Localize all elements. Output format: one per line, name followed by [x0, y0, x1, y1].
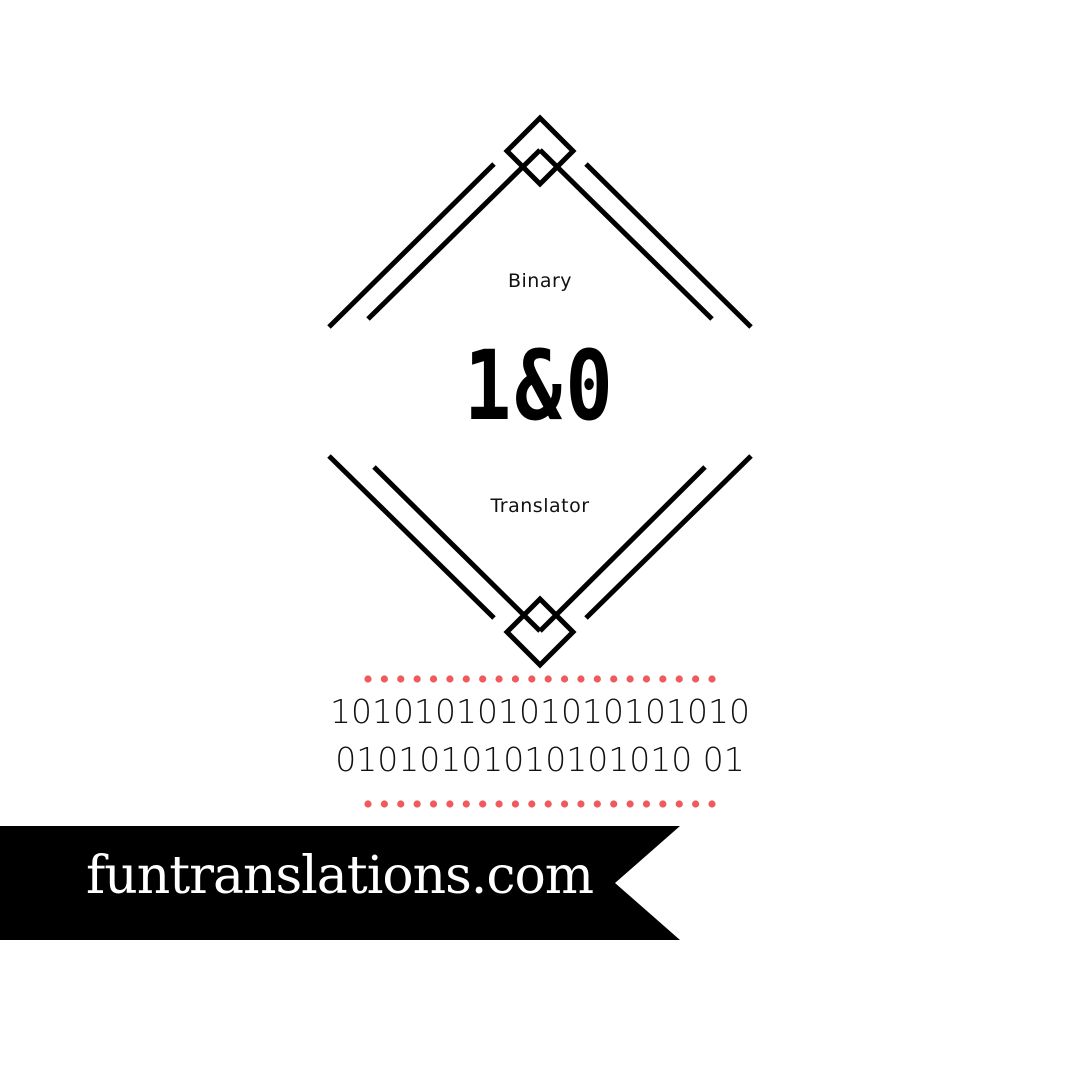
divider-dot [610, 800, 618, 808]
bottom-right-outer-line [584, 454, 753, 620]
divider-dot [708, 800, 716, 808]
divider-dot [560, 675, 569, 683]
divider-dot [495, 800, 503, 808]
divider-dot [692, 800, 700, 808]
divider-dot [397, 675, 405, 683]
emblem-top-label: Binary [507, 270, 573, 292]
divider-dot [708, 675, 716, 683]
bottom-right-inner-line [538, 465, 707, 633]
divider-dot [528, 800, 536, 808]
divider-dot [364, 800, 372, 808]
top-left-inner-line [366, 148, 542, 321]
divider-dot [642, 675, 651, 683]
divider-dot [511, 800, 520, 808]
divider-dot [380, 675, 388, 683]
bottom-left-inner-line [372, 465, 542, 633]
divider-dot [479, 800, 487, 808]
top-right-outer-line [584, 162, 753, 329]
divider-dot [511, 675, 520, 683]
divider-dot [544, 800, 552, 808]
binary-line-2: 01010101010101010 01 [335, 740, 745, 779]
website-link[interactable]: funtranslations.com [86, 846, 594, 906]
divider-dot [544, 675, 552, 683]
divider-dot [462, 800, 470, 808]
divider-dot [446, 675, 454, 683]
binary-line-1: 10101010101010101010 [330, 692, 750, 731]
divider-dot [397, 800, 405, 808]
divider-dot [446, 800, 454, 808]
divider-dot [560, 800, 569, 808]
divider-dot [429, 800, 438, 808]
divider-dot [413, 800, 421, 808]
divider-dot [462, 675, 470, 683]
divider-dot [642, 800, 651, 808]
divider-dot [659, 675, 667, 683]
bottom-left-outer-line [327, 454, 496, 620]
divider-dot [528, 675, 536, 683]
divider-dot [577, 800, 585, 808]
divider-dot [610, 675, 618, 683]
divider-dot [495, 675, 503, 683]
divider-dot [380, 800, 388, 808]
divider-dot [626, 800, 634, 808]
emblem-main-label: 1&0 [463, 330, 617, 442]
dotted-divider-bottom [364, 800, 716, 808]
divider-dot [626, 675, 634, 683]
top-right-inner-line [538, 148, 714, 321]
dotted-divider-top [364, 675, 716, 683]
divider-dot [364, 675, 372, 683]
divider-dot [429, 675, 438, 683]
divider-dot [692, 675, 700, 683]
divider-dot [593, 675, 601, 683]
emblem-bottom-label: Translator [490, 495, 590, 517]
divider-dot [675, 675, 683, 683]
top-left-outer-line [327, 162, 496, 329]
divider-dot [675, 800, 683, 808]
divider-dot [659, 800, 667, 808]
divider-dot [479, 675, 487, 683]
divider-dot [593, 800, 601, 808]
divider-dot [577, 675, 585, 683]
divider-dot [413, 675, 421, 683]
